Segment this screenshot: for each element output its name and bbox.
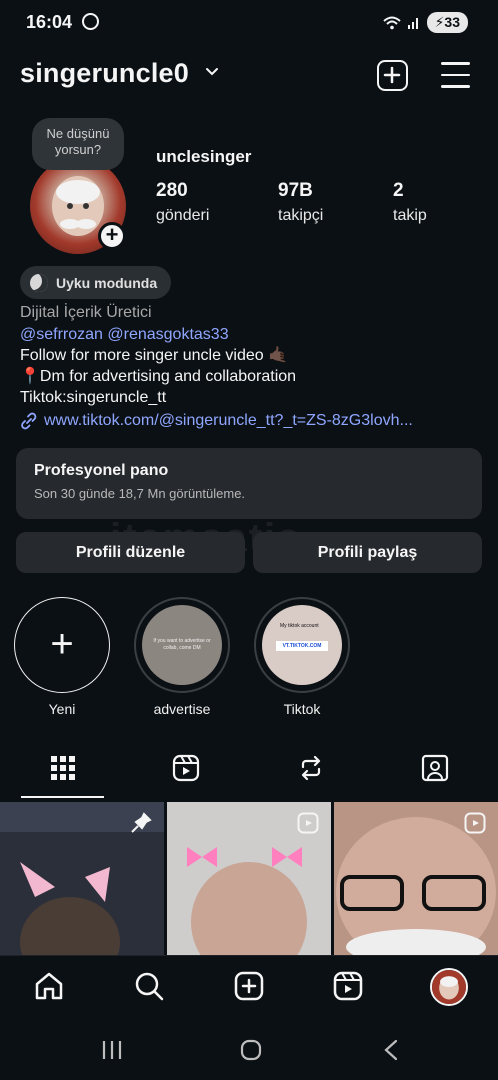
stat-value: 97B [278,180,313,201]
account-switcher[interactable]: singeruncle0 [20,58,189,89]
active-tab-indicator [21,796,104,798]
create-icon [234,971,264,1001]
battery-indicator: ⚡33 [426,12,468,33]
highlight-cover: If you want to advertise or collab, come… [142,605,222,685]
back-icon[interactable] [381,1039,401,1061]
highlight-label: Tiktok [283,701,321,717]
reels-icon [333,971,363,1001]
add-story-button[interactable]: + [98,222,126,250]
reels-icon [172,754,200,782]
reposts-icon [301,755,321,781]
chevron-down-icon[interactable] [206,66,218,78]
home-button-icon[interactable] [240,1039,262,1061]
stat-value: 280 [156,180,188,201]
bio-line: Tiktok:singeruncle_tt [20,389,167,406]
battery-level: 33 [444,14,460,30]
menu-line [441,62,470,65]
category-label: Dijital İçerik Üretici [20,304,152,321]
stat-label: takipçi [278,207,324,224]
stat-following[interactable]: 2 takip [393,180,427,225]
highlight-cover-text: If you want to advertise or collab, come… [153,638,211,651]
nav-create[interactable] [231,968,267,1004]
bio-link-text: www.tiktok.com/@singeruncle_tt?_t=ZS-8zG… [44,412,413,429]
link-icon [21,412,37,429]
nav-home[interactable] [31,968,67,1004]
note-bubble[interactable]: Ne düşünü yorsun? [32,118,124,170]
bio-mentions[interactable]: @sefrrozan @renasgoktas33 [20,324,482,345]
tab-tagged[interactable] [415,750,455,786]
bio-line: Follow for more singer uncle video 🤙🏿 [20,347,289,364]
profile-avatar [432,970,466,1004]
nav-profile[interactable] [430,968,468,1006]
highlight-advertise[interactable]: If you want to advertise or collab, come… [134,597,230,717]
highlight-tiktok[interactable]: My tiktok account VT.TIKTOK.COM Tiktok [254,597,350,717]
status-bar: 16:04 ⚡33 [0,0,498,46]
tab-reels[interactable] [166,750,206,786]
search-icon [135,972,164,1001]
status-pill[interactable]: Uyku modunda [20,266,172,299]
edit-profile-button[interactable]: Profili düzenle [16,532,245,573]
highlight-new[interactable]: + Yeni [14,597,110,717]
signal-icon [407,17,418,29]
display-name: unclesinger [156,147,252,166]
tab-grid[interactable] [43,750,83,786]
stat-followers[interactable]: 97B takipçi [278,180,323,225]
system-icons: ⚡33 [382,12,468,33]
menu-line [441,73,470,76]
bio-link[interactable]: www.tiktok.com/@singeruncle_tt?_t=ZS-8zG… [20,410,482,431]
highlight-ring: My tiktok account VT.TIKTOK.COM [254,597,350,693]
stat-label: gönderi [156,207,210,224]
status-pill-label: Uyku modunda [56,274,158,291]
highlight-cover-badge: VT.TIKTOK.COM [276,641,328,651]
reels-icon [464,812,486,834]
dashboard-subtitle: Son 30 günde 18,7 Mn görüntüleme. [34,486,246,501]
grid-icon [51,756,75,780]
whatsapp-icon [82,13,99,30]
wifi-icon [382,16,401,29]
recents-icon[interactable] [101,1039,123,1061]
dashboard-title: Profesyonel pano [34,462,169,479]
menu-button[interactable] [441,62,470,89]
plus-icon [383,66,401,84]
pin-icon [131,812,152,833]
stat-label: takip [393,207,427,224]
moon-icon [30,273,48,292]
home-icon [35,972,63,1000]
plus-icon: + [50,622,74,666]
grid-post[interactable] [334,802,498,955]
reels-icon [297,812,319,834]
system-navigation-bar [0,1025,498,1080]
tab-reposts[interactable] [291,750,331,786]
stat-value: 2 [393,180,404,201]
highlight-ring: + [14,597,110,693]
highlight-label: advertise [153,701,211,717]
nav-reels[interactable] [330,968,366,1004]
status-time: 16:04 [26,12,73,32]
create-button[interactable] [377,60,408,91]
menu-line [441,85,470,88]
stat-posts[interactable]: 280 gönderi [156,180,209,225]
grid-post[interactable] [0,802,164,955]
highlight-label: Yeni [48,701,76,717]
highlight-cover-text: My tiktok account [280,623,319,629]
highlight-ring: If you want to advertise or collab, come… [134,597,230,693]
share-profile-button[interactable]: Profili paylaş [253,532,482,573]
highlight-cover: My tiktok account VT.TIKTOK.COM [262,605,342,685]
professional-dashboard[interactable]: Profesyonel pano Son 30 günde 18,7 Mn gö… [16,448,482,519]
grid-post[interactable] [167,802,331,955]
bio-line: 📍Dm for advertising and collaboration [20,368,297,385]
tagged-icon [421,754,449,782]
nav-search[interactable] [131,968,167,1004]
